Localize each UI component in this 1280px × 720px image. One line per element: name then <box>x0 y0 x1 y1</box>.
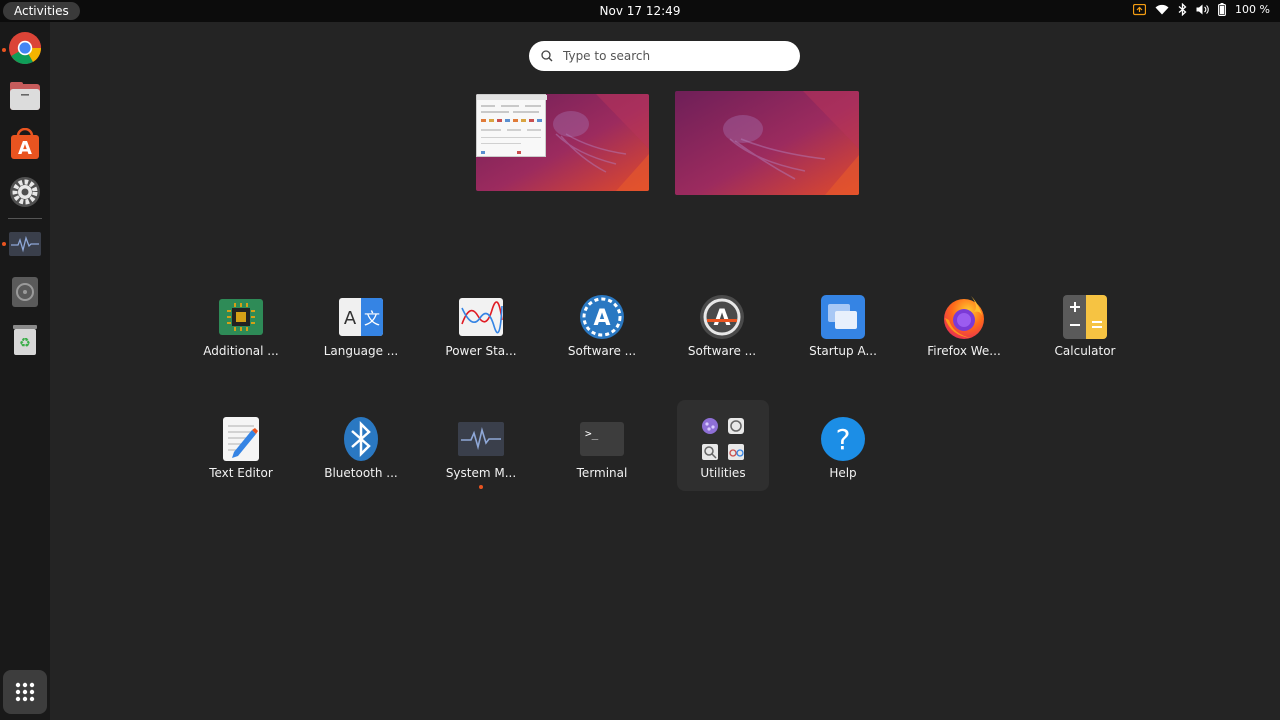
chip-icon <box>219 299 263 335</box>
calculator-icon <box>1063 295 1107 339</box>
search-icon <box>541 50 553 62</box>
chrome-icon <box>9 32 42 65</box>
utilities-folder-icon <box>702 418 744 460</box>
settings-icon <box>10 177 40 207</box>
svg-text:♻: ♻ <box>19 336 31 351</box>
app-label: Help <box>829 466 857 480</box>
app-label: Startup A... <box>809 344 877 358</box>
svg-text:A: A <box>18 138 32 159</box>
help-icon: ? <box>821 417 865 461</box>
svg-text:>_: >_ <box>585 427 599 440</box>
app-label: Text Editor <box>209 466 273 480</box>
app-label: Bluetooth ... <box>324 466 398 480</box>
wifi-icon[interactable] <box>1155 4 1169 15</box>
system-monitor-icon <box>9 232 41 256</box>
dock-item-trash[interactable]: ♻ <box>5 320 45 360</box>
volume-icon[interactable] <box>1196 4 1209 15</box>
trash-icon: ♻ <box>13 325 37 355</box>
app-grid-icon <box>15 682 35 702</box>
app-text-editor[interactable]: Text Editor <box>195 412 287 502</box>
dock-item-settings[interactable] <box>5 172 45 212</box>
app-label: Power Sta... <box>445 344 517 358</box>
svg-text:A: A <box>344 308 357 329</box>
app-center-icon: A <box>11 128 39 159</box>
app-label: Software ... <box>687 344 757 358</box>
dock-separator <box>8 218 42 219</box>
terminal-icon: >_ <box>580 422 624 456</box>
dock-item-app-center[interactable]: A <box>5 124 45 164</box>
dock-item-disc[interactable] <box>5 272 45 312</box>
software-updater-icon: A <box>580 295 624 339</box>
app-system-monitor[interactable]: System M... <box>435 412 527 502</box>
top-bar: Activities Nov 17 12:49 100 % <box>0 0 1280 22</box>
app-bluetooth[interactable]: Bluetooth ... <box>315 412 407 502</box>
app-power-statistics[interactable]: Power Sta... <box>435 290 527 380</box>
search-bar[interactable] <box>529 41 800 71</box>
running-indicator <box>479 485 483 489</box>
dock-item-chrome[interactable] <box>5 28 45 68</box>
system-monitor-icon <box>458 422 504 456</box>
app-software-properties[interactable]: A Software ... <box>676 290 768 380</box>
dock-item-files[interactable] <box>5 76 45 116</box>
software-properties-icon: A <box>700 295 744 339</box>
app-label: Utilities <box>700 466 746 480</box>
app-label: Calculator <box>1054 344 1116 358</box>
app-label: Software ... <box>567 344 637 358</box>
show-apps-button[interactable] <box>3 670 47 714</box>
app-firefox[interactable]: Firefox We... <box>918 290 1010 380</box>
wallpaper-image <box>675 91 859 195</box>
startup-applications-icon <box>821 295 865 339</box>
app-software-updater[interactable]: A Software ... <box>556 290 648 380</box>
battery-percentage[interactable]: 100 % <box>1235 3 1270 16</box>
svg-text:?: ? <box>836 423 851 456</box>
svg-text:A: A <box>593 306 610 331</box>
app-label: System M... <box>445 466 517 480</box>
text-editor-icon <box>223 417 259 461</box>
app-help[interactable]: ? Help <box>797 412 889 502</box>
app-startup-applications[interactable]: Startup A... <box>797 290 889 380</box>
app-terminal[interactable]: >_ Terminal <box>556 412 648 502</box>
power-statistics-icon <box>459 298 503 336</box>
app-label: Firefox We... <box>927 344 1001 358</box>
window-thumbnail[interactable] <box>476 94 547 157</box>
firefox-icon <box>944 296 984 339</box>
app-label: Terminal <box>576 466 628 480</box>
system-tray[interactable]: 100 % <box>1133 3 1270 16</box>
dock: A ♻ <box>0 22 50 720</box>
workspace-2-thumbnail[interactable] <box>675 91 859 195</box>
files-icon <box>10 82 40 110</box>
dock-item-system-monitor[interactable] <box>5 224 45 264</box>
workspace-1-thumbnail[interactable] <box>476 94 649 191</box>
search-input[interactable] <box>561 48 785 64</box>
screen-share-icon[interactable] <box>1133 3 1147 16</box>
app-folder-utilities[interactable]: Utilities <box>677 412 769 502</box>
window-preview-image <box>477 95 547 154</box>
clock[interactable]: Nov 17 12:49 <box>0 4 1280 18</box>
app-language-support[interactable]: A 文 Language ... <box>315 290 407 380</box>
app-additional-drivers[interactable]: Additional ... <box>195 290 287 380</box>
language-icon: A 文 <box>339 298 383 336</box>
bluetooth-icon[interactable] <box>1178 3 1187 16</box>
app-label: Language ... <box>323 344 399 358</box>
svg-text:文: 文 <box>364 309 380 328</box>
disc-icon <box>12 277 38 307</box>
svg-text:A: A <box>713 306 730 331</box>
bluetooth-icon <box>344 417 378 461</box>
battery-icon[interactable] <box>1218 3 1226 16</box>
app-label: Additional ... <box>203 344 279 358</box>
app-calculator[interactable]: Calculator <box>1039 290 1131 380</box>
